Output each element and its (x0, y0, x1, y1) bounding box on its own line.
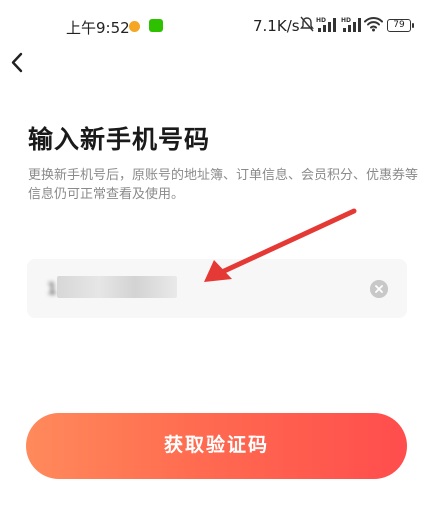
get-verification-code-button[interactable]: 获取验证码 (26, 413, 407, 479)
